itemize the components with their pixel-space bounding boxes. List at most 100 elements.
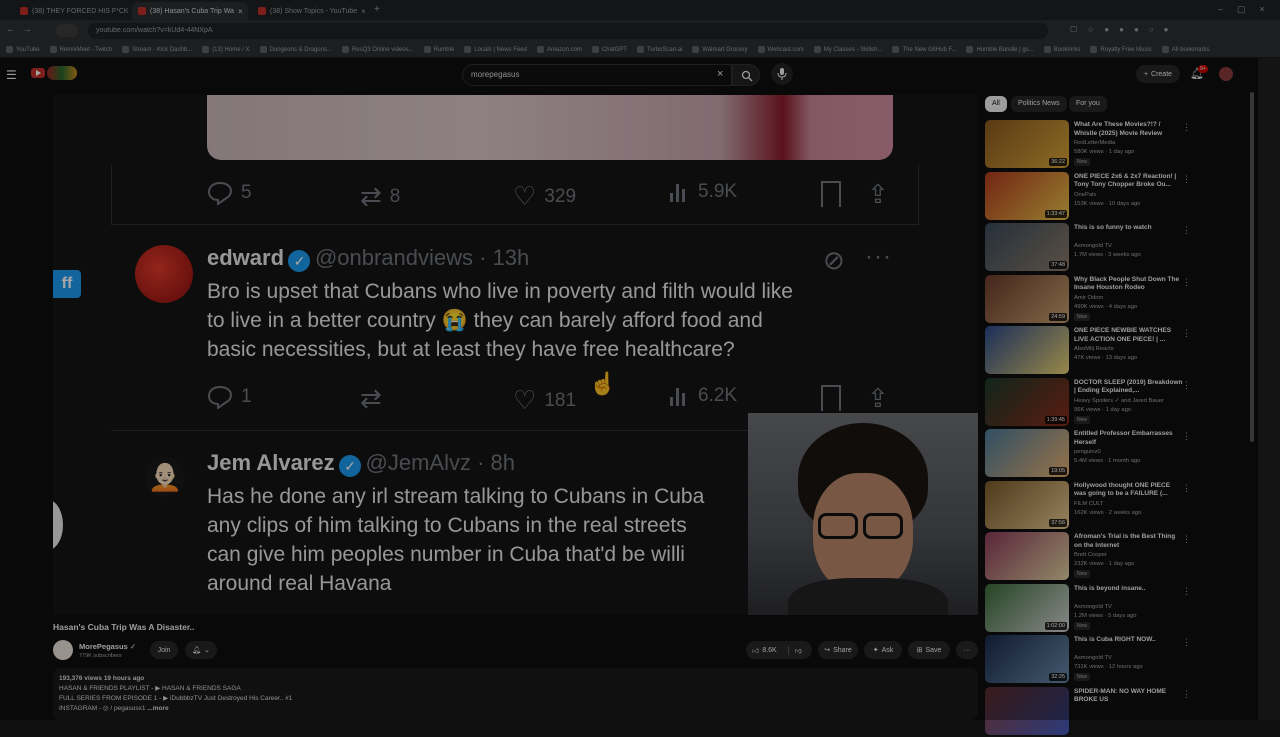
bookmark[interactable]: (13) Home / X — [202, 45, 250, 54]
browser-tab[interactable]: (38) Show Topics - YouTube × — [252, 2, 368, 20]
recommendation-title[interactable]: What Are These Movies?!? / Whistle (2025… — [1074, 121, 1184, 138]
share-icon[interactable]: ⇪ — [867, 383, 889, 414]
video-thumbnail[interactable]: 36:22 — [985, 120, 1069, 168]
channel-avatar[interactable] — [53, 640, 73, 660]
video-thumbnail[interactable]: 37:56 — [985, 480, 1069, 529]
bookmark[interactable]: My Classes - Skillsh... — [813, 45, 882, 54]
avatar[interactable] — [1219, 67, 1233, 81]
chip-politics-news[interactable]: Politics News — [1011, 96, 1067, 112]
recommendation-channel[interactable]: Amir Odom — [1074, 295, 1103, 301]
thumbs-down-icon[interactable]: 👎︎ — [787, 645, 802, 655]
bookmark[interactable]: Dungeons & Dragons... — [259, 45, 332, 54]
recommendation-title[interactable]: Why Black People Shut Down The Insane Ho… — [1074, 276, 1184, 293]
bookmark[interactable]: Stream - Kick Dashb... — [122, 45, 192, 54]
like-count[interactable]: ♡ 329 — [513, 181, 576, 212]
reply-count[interactable]: 5 — [207, 181, 252, 205]
chip-all[interactable]: All — [985, 96, 1007, 112]
clear-search-icon[interactable]: × — [717, 68, 723, 80]
voice-search-button[interactable] — [771, 63, 793, 85]
scrollbar[interactable] — [1250, 92, 1254, 442]
recommendation-channel[interactable]: RedLetterMedia — [1074, 140, 1115, 146]
new-tab-button[interactable]: + — [374, 4, 380, 15]
bookmark[interactable]: Amazon.com — [536, 45, 582, 54]
recommendation-channel[interactable]: Heavy Spoilers ✓ and Jared Bauer — [1074, 398, 1164, 404]
recommendation-title[interactable]: DOCTOR SLEEP (2019) Breakdown | Ending E… — [1074, 379, 1184, 396]
window-controls[interactable]: –▢× — [1218, 4, 1279, 15]
more-options-icon[interactable]: ⋮ — [1182, 225, 1191, 236]
recommendation-title[interactable]: Entitled Professor Embarrasses Herself — [1074, 430, 1184, 447]
recommendation-channel[interactable]: AlsoMilj Reacts — [1074, 346, 1114, 352]
tweet-avatar[interactable]: 🧑🏻‍🦲 — [145, 457, 185, 497]
subscribed-bell-button[interactable]: 🔔︎ ⌄ — [185, 641, 217, 659]
bookmark[interactable]: Locals | News Feed — [464, 45, 527, 54]
tweet-handle[interactable]: @JemAlvz · 8h — [366, 450, 515, 475]
recommendation-item[interactable]: 19:05 Entitled Professor Embarrasses Hers… — [985, 429, 1191, 479]
recommendation-item[interactable]: Afroman's Trial is the Best Thing on the… — [985, 532, 1191, 582]
reply-count[interactable]: 1 — [207, 385, 252, 409]
site-info-icon[interactable] — [56, 24, 78, 37]
recommendation-item[interactable]: ONE PIECE NEWBIE WATCHES LIVE ACTION ONE… — [985, 326, 1191, 376]
more-options-icon[interactable]: ⋮ — [1182, 277, 1191, 288]
more-options-icon[interactable]: ⋮ — [1182, 122, 1191, 133]
view-count[interactable]: 5.9K — [668, 181, 737, 203]
extension-icons[interactable]: ☐☆●●●○● — [1070, 25, 1179, 34]
recommendation-item[interactable]: SPIDER-MAN: NO WAY HOME BROKE US ⋮ — [985, 686, 1191, 737]
recommendation-title[interactable]: Afroman's Trial is the Best Thing on the… — [1074, 533, 1184, 550]
recommendation-item[interactable]: 37:48 This is so funny to watch Asmongold … — [985, 223, 1191, 273]
browser-tab-active[interactable]: (38) Hasan's Cuba Trip Wa × — [132, 2, 248, 20]
recommendation-item[interactable]: 1:39:45 DOCTOR SLEEP (2019) Breakdown | E… — [985, 377, 1191, 428]
like-dislike-group[interactable]: 👍︎ 8.6K 👎︎ — [746, 641, 812, 659]
tweet-author[interactable]: Jem Alvarez — [207, 450, 335, 475]
recommendation-item[interactable]: 32:25 This is Cuba RIGHT NOW.. Asmongold T… — [985, 635, 1191, 685]
video-thumbnail[interactable]: 37:48 — [985, 223, 1069, 271]
recommendation-item[interactable]: 37:56 Hollywood thought ONE PIECE was goi… — [985, 480, 1191, 531]
video-player[interactable]: 5 ⇄ 8 ♡ 329 5.9K ⇪ edward ✓ @onbrandviews … — [53, 95, 978, 615]
retweet-count[interactable]: ⇄ 8 — [360, 181, 400, 212]
more-options-icon[interactable]: ⋮ — [1182, 483, 1191, 494]
browser-tab[interactable]: (38) THEY FORCED HIS F*CK× — [14, 2, 130, 20]
channel-name[interactable]: MorePegasus ✓ — [79, 642, 136, 651]
url-field[interactable]: youtube.com/watch?v=kUd4-44NXpA — [88, 23, 1048, 39]
more-options-icon[interactable]: ⋮ — [1182, 380, 1191, 391]
tweet-handle[interactable]: @onbrandviews · 13h — [315, 245, 529, 270]
bookmark[interactable]: Bookmrks — [1043, 45, 1080, 54]
bookmark[interactable]: Royalty Free Music — [1090, 45, 1152, 54]
join-button[interactable]: Join — [150, 641, 178, 659]
create-button[interactable]: + Create — [1136, 65, 1180, 83]
recommendation-item[interactable]: 36:22 What Are These Movies?!? / Whistle … — [985, 120, 1191, 170]
tweet-author[interactable]: edward — [207, 245, 284, 270]
more-options-icon[interactable]: ⋮ — [1182, 586, 1191, 597]
more-options-icon[interactable]: ⋮ — [1182, 431, 1191, 442]
video-thumbnail[interactable] — [985, 532, 1069, 580]
tweet-avatar[interactable] — [135, 245, 193, 303]
bookmark[interactable]: TurboScan.ai — [636, 45, 682, 54]
bookmark[interactable]: ChatGPT — [591, 45, 627, 54]
recommendation-title[interactable]: Hollywood thought ONE PIECE was going to… — [1074, 482, 1184, 499]
recommendation-channel[interactable]: Asmongold TV — [1074, 243, 1112, 249]
bookmark[interactable]: Walmart Grocery — [692, 45, 748, 54]
bookmark[interactable]: Rumble — [423, 45, 454, 54]
menu-icon[interactable]: ☰ — [6, 68, 17, 82]
recommendation-channel[interactable]: FILM CULT — [1074, 501, 1104, 507]
all-bookmarks[interactable]: All bookmarks — [1161, 45, 1209, 54]
grok-icon[interactable]: ⊘ — [823, 245, 845, 276]
show-more-link[interactable]: ...more — [147, 705, 168, 712]
video-thumbnail[interactable]: 1:39:45 — [985, 377, 1069, 426]
save-button[interactable]: ⊞ Save — [908, 641, 950, 659]
recommendation-channel[interactable]: penguinz0 — [1074, 449, 1101, 455]
recommendation-channel[interactable]: Brett Cooper — [1074, 552, 1107, 558]
more-options-icon[interactable]: ··· — [865, 243, 892, 271]
recommendation-title[interactable]: SPIDER-MAN: NO WAY HOME BROKE US — [1074, 688, 1184, 705]
recommendation-channel[interactable]: OnePals — [1074, 192, 1096, 198]
bookmark[interactable]: Humble Bundle | gs... — [966, 45, 1034, 54]
recommendation-title[interactable]: ONE PIECE 2x6 & 2x7 Reaction! | Tony Ton… — [1074, 173, 1184, 190]
doodle-logo[interactable] — [47, 66, 77, 80]
recommendation-channel[interactable]: Asmongold TV — [1074, 604, 1112, 610]
recommendation-title[interactable]: This is beyond insane.. — [1074, 585, 1184, 594]
video-description[interactable]: 193,376 views 19 hours ago HASAN & FRIEN… — [53, 668, 978, 720]
bookmark[interactable]: RemixMeet - Twitch — [49, 45, 112, 54]
video-thumbnail[interactable] — [985, 326, 1069, 374]
thumbs-up-icon[interactable]: 👍︎ — [752, 646, 759, 655]
recommendation-item[interactable]: 1:02:00 This is beyond insane.. Asmongold … — [985, 583, 1191, 634]
youtube-logo-icon[interactable] — [31, 68, 45, 78]
